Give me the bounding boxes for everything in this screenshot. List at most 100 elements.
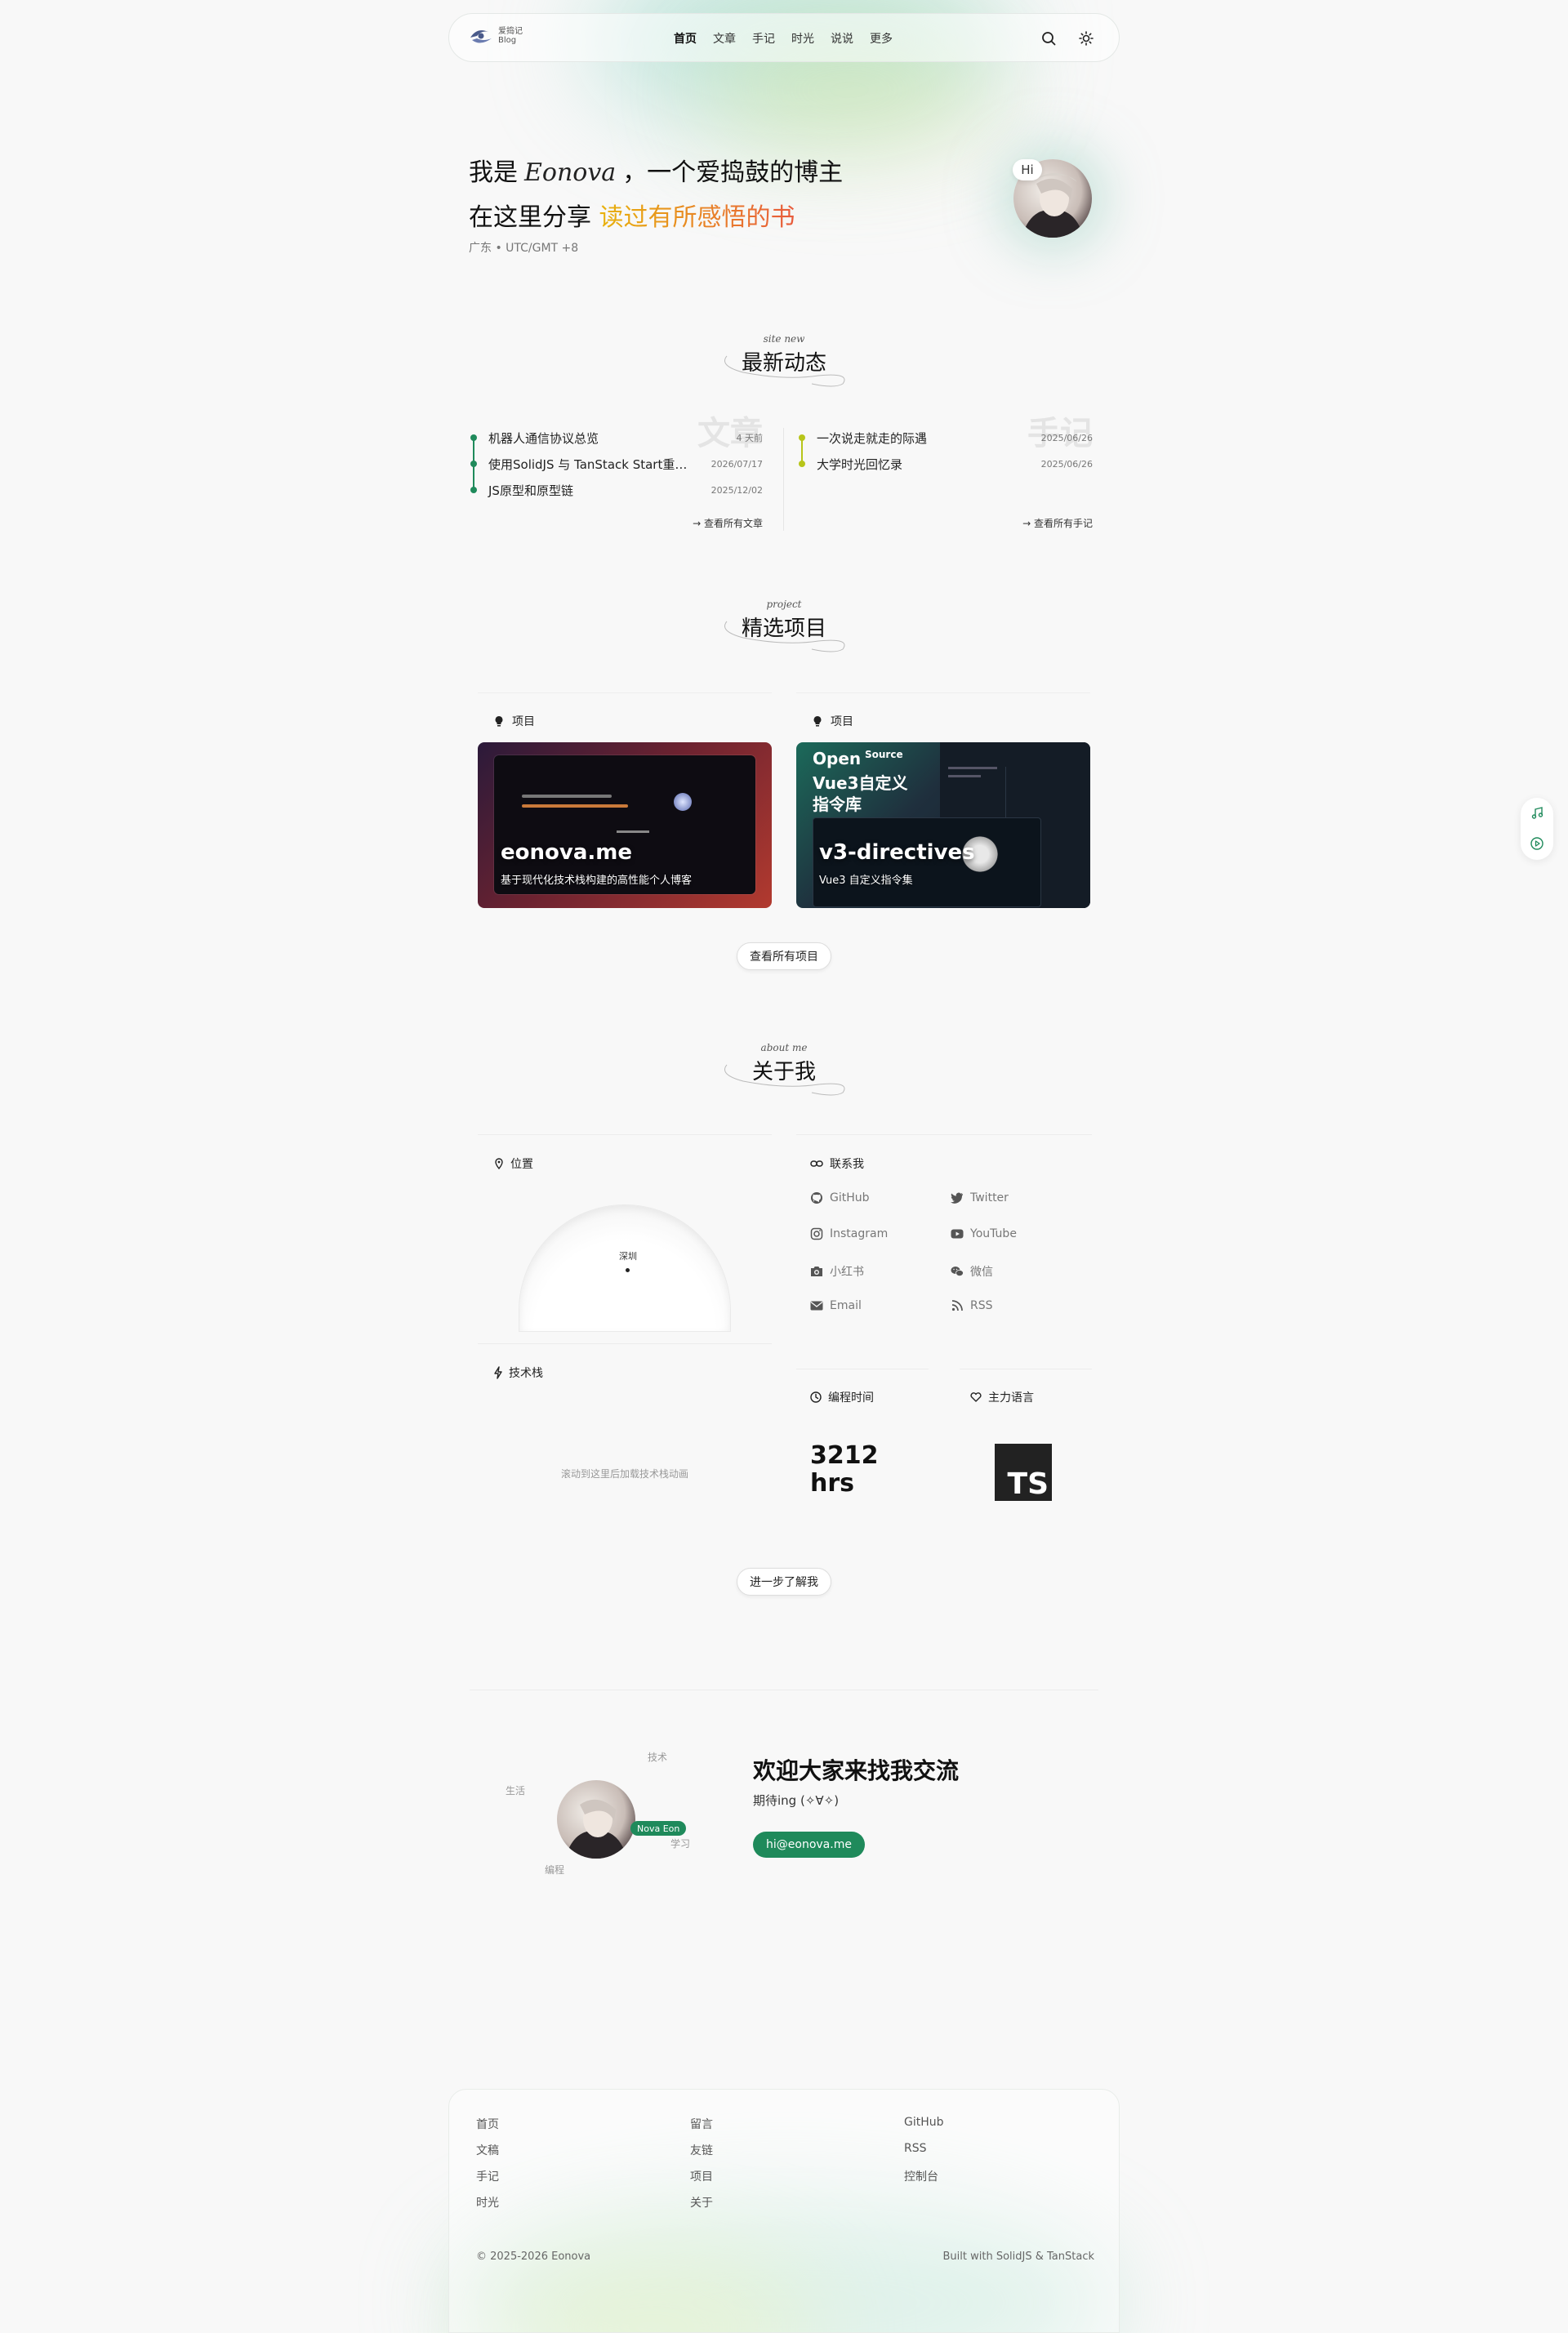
social-label: Instagram: [830, 1227, 889, 1240]
footer-link-dashboard[interactable]: 控制台: [904, 2168, 944, 2184]
orbit-tag: 编程: [545, 1864, 565, 1876]
hi-badge: Hi: [1013, 159, 1042, 180]
coding-time-value: 3212 hrs: [810, 1442, 879, 1498]
nav-item-timeline[interactable]: 时光: [791, 30, 814, 47]
project-label: 项目: [813, 713, 853, 729]
footer-link-about[interactable]: 关于: [690, 2194, 713, 2210]
mail-icon: [810, 1299, 823, 1312]
divider: [478, 1343, 772, 1344]
coding-unit: hrs: [810, 1469, 855, 1498]
nav-item-posts[interactable]: 说说: [831, 30, 853, 47]
social-link-github[interactable]: GitHub: [810, 1191, 870, 1204]
rss-icon: [951, 1299, 964, 1312]
cover-title-vue: Vue3自定义: [813, 773, 908, 793]
project-cover-v3-directives[interactable]: Open Source Vue3自定义 指令库 v3-directives Vu…: [796, 742, 1090, 908]
hero-prefix: 我是: [469, 158, 518, 187]
music-note-icon[interactable]: [1530, 807, 1544, 820]
location-header: 位置: [494, 1155, 533, 1172]
hero-share-line: 在这里分享 读过有所感悟的书: [469, 197, 795, 233]
built-with: Built with SolidJS & TanStack: [942, 2251, 1094, 2263]
list-item[interactable]: 一次说走就走的际遇 2025/06/26: [797, 425, 1093, 451]
social-link-xiaohongshu[interactable]: 小红书: [810, 1263, 864, 1280]
note-date: 2025/06/26: [1040, 458, 1093, 470]
play-circle-icon[interactable]: [1530, 837, 1544, 850]
heart-icon: [970, 1392, 982, 1402]
nav-item-more[interactable]: 更多: [870, 30, 893, 47]
theme-toggle-sun-icon[interactable]: [1076, 29, 1096, 48]
note-date: 2025/06/26: [1040, 432, 1093, 443]
cover-title-lib: 指令库: [813, 795, 862, 814]
city-label: 深圳: [619, 1251, 637, 1262]
coding-time-header-text: 编程时间: [828, 1391, 874, 1405]
note-title[interactable]: 大学时光回忆录: [797, 456, 902, 473]
about-section-header: about me 关于我: [702, 1042, 866, 1096]
copyright: © 2025-2026 Eonova: [476, 2251, 591, 2263]
footer-col-3: GitHub RSS 控制台: [904, 2116, 944, 2184]
top-navbar: 爱捣记 Blog 首页 文章 手记 时光 说说 更多: [448, 13, 1120, 62]
social-label: Email: [830, 1299, 862, 1312]
swoosh-decoration: [724, 355, 845, 387]
footer-link-guestbook[interactable]: 留言: [690, 2116, 713, 2131]
list-item[interactable]: 使用SolidJS 与 TanStack Start重构博客 2026/07/1…: [469, 451, 763, 477]
list-item[interactable]: 大学时光回忆录 2025/06/26: [797, 451, 1093, 477]
map-pin-icon: [495, 1158, 503, 1169]
project-label: 项目: [494, 713, 535, 729]
footer-link-rss[interactable]: RSS: [904, 2142, 944, 2156]
social-link-rss[interactable]: RSS: [951, 1299, 993, 1312]
footer-link-friends[interactable]: 友链: [690, 2142, 713, 2157]
hero-suffix: ，一个爱捣鼓的博主: [622, 158, 844, 187]
nav-item-articles[interactable]: 文章: [713, 30, 736, 47]
signature: Eonova: [524, 158, 617, 187]
section-subtitle: about me: [760, 1042, 808, 1053]
name-badge: Nova Eon: [630, 1821, 687, 1836]
social-link-youtube[interactable]: YouTube: [951, 1227, 1017, 1240]
hero-location: 广东 • UTC/GMT +8: [469, 242, 579, 255]
search-icon[interactable]: [1039, 29, 1058, 48]
footer-link-github[interactable]: GitHub: [904, 2116, 944, 2130]
article-title[interactable]: 使用SolidJS 与 TanStack Start重构博客: [469, 456, 689, 473]
list-item[interactable]: 机器人通信协议总览 4 天前: [469, 425, 763, 451]
social-label: 微信: [970, 1266, 993, 1279]
footer-link-notes[interactable]: 手记: [476, 2168, 499, 2184]
note-title[interactable]: 一次说走就走的际遇: [797, 430, 927, 447]
article-title[interactable]: JS原型和原型链: [469, 482, 573, 499]
contact-avatar[interactable]: [557, 1780, 635, 1859]
see-all-projects-button[interactable]: 查看所有项目: [737, 942, 831, 970]
project-label-text: 项目: [831, 715, 853, 728]
footer-link-home[interactable]: 首页: [476, 2116, 499, 2131]
social-link-instagram[interactable]: Instagram: [810, 1227, 888, 1240]
logo-title: 爱捣记: [498, 27, 523, 36]
article-date: 2026/07/17: [710, 458, 763, 470]
project-cover-eonova[interactable]: eonova.me 基于现代化技术栈构建的高性能个人博客: [478, 742, 772, 908]
see-all-articles-link[interactable]: → 查看所有文章: [693, 516, 763, 530]
article-title[interactable]: 机器人通信协议总览: [469, 430, 599, 447]
nav-item-home[interactable]: 首页: [674, 30, 697, 47]
list-item[interactable]: JS原型和原型链 2025/12/02: [469, 477, 763, 503]
coding-hours: 3212: [810, 1441, 879, 1470]
project-description: 基于现代化技术栈构建的高性能个人博客: [501, 875, 693, 887]
logo-icon: [470, 30, 492, 43]
section-subtitle: site new: [763, 333, 805, 345]
coding-time-header: 编程时间: [810, 1389, 874, 1405]
typescript-badge: TS: [995, 1444, 1052, 1501]
email-button[interactable]: hi@eonova.me: [753, 1832, 865, 1858]
site-logo[interactable]: 爱捣记 Blog: [469, 25, 523, 47]
see-all-notes-link[interactable]: → 查看所有手记: [1022, 516, 1093, 530]
social-label: 小红书: [830, 1266, 864, 1279]
learn-more-button[interactable]: 进一步了解我: [737, 1568, 831, 1596]
contact-title: 欢迎大家来找我交流: [753, 1757, 960, 1784]
footer-link-projects[interactable]: 项目: [690, 2168, 713, 2184]
section-subtitle: project: [766, 599, 802, 610]
orbit-tag: 生活: [506, 1785, 526, 1796]
footer-col-1: 首页 文稿 手记 时光: [476, 2116, 499, 2210]
floating-dock: [1521, 798, 1553, 860]
social-link-wechat[interactable]: 微信: [951, 1263, 993, 1280]
project-name: eonova.me: [501, 840, 632, 865]
nav-item-notes[interactable]: 手记: [752, 30, 775, 47]
project-name: v3-directives: [819, 840, 975, 865]
footer-link-posts[interactable]: 文稿: [476, 2142, 499, 2157]
social-link-email[interactable]: Email: [810, 1299, 862, 1312]
divider: [796, 1134, 1092, 1135]
footer-link-timeline[interactable]: 时光: [476, 2194, 499, 2210]
social-link-twitter[interactable]: Twitter: [951, 1191, 1009, 1204]
